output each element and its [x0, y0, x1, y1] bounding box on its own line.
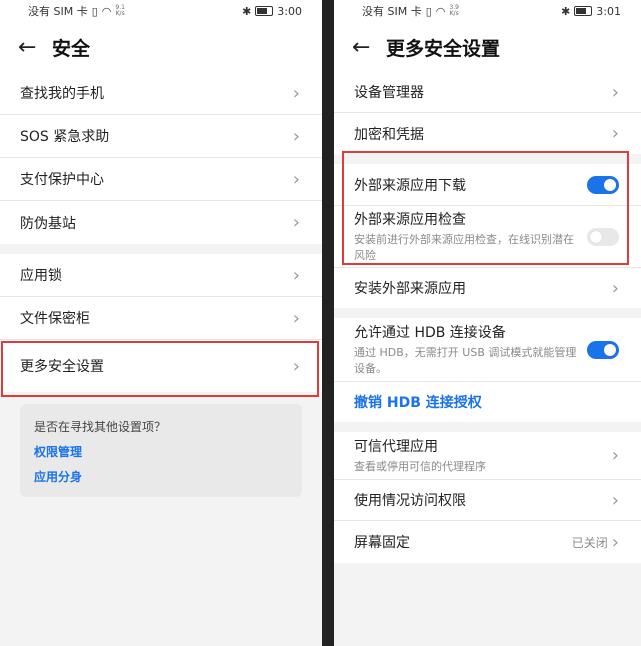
divider	[0, 244, 322, 254]
highlight-box	[1, 341, 319, 397]
menu-item-screen-pinning[interactable]: 屏幕固定 已关闭 ›	[334, 521, 641, 563]
battery-icon	[574, 6, 593, 16]
carrier-text: 没有 SIM 卡	[28, 5, 88, 18]
title-bar: ← 更多安全设置	[334, 22, 641, 72]
revoke-hdb-row: 撤销 HDB 连接授权	[334, 382, 641, 422]
chevron-right-icon: ›	[292, 82, 300, 104]
suggestion-question: 是否在寻找其他设置项？	[34, 420, 167, 434]
battery-icon	[255, 6, 274, 16]
hdb-toggle[interactable]	[587, 340, 619, 359]
left-screen: 没有 SIM 卡 ▯ ◠ 9.1 K/s ✱ 3:00 ← 安全 查找我的手机 › …	[0, 0, 322, 646]
menu-item-file-safe[interactable]: 文件保密柜 ›	[0, 297, 322, 340]
network-speed: 9.1 K/s	[115, 4, 125, 17]
menu-item-payment-protection[interactable]: 支付保护中心 ›	[0, 158, 322, 201]
chevron-right-icon: ›	[611, 531, 619, 553]
chevron-right-icon: ›	[292, 168, 300, 190]
wifi-icon: ◠	[101, 4, 112, 18]
network-speed: 3.9 K/s	[449, 4, 459, 17]
revoke-hdb-link[interactable]: 撤销 HDB 连接授权	[354, 392, 482, 412]
chevron-right-icon: ›	[292, 264, 300, 286]
menu-item-anti-fake-station[interactable]: 防伪基站 ›	[0, 201, 322, 244]
divider	[334, 308, 641, 318]
menu-item-encryption-credentials[interactable]: 加密和凭据 ›	[334, 113, 641, 154]
bluetooth-icon: ✱	[242, 4, 252, 18]
wifi-icon: ◠	[435, 4, 446, 18]
right-screen: 没有 SIM 卡 ▯ ◠ 3.9 K/s ✱ 3:01 ← 更多安全设置 设备管理…	[334, 0, 641, 646]
back-arrow-icon[interactable]: ←	[18, 35, 52, 60]
chevron-right-icon: ›	[611, 81, 619, 103]
link-app-twin[interactable]: 应用分身	[34, 468, 288, 485]
chevron-right-icon: ›	[611, 123, 619, 144]
chevron-right-icon: ›	[292, 307, 300, 329]
link-permission-management[interactable]: 权限管理	[34, 443, 288, 460]
sim-icon: ▯	[91, 4, 98, 18]
chevron-right-icon: ›	[611, 277, 619, 299]
sim-icon: ▯	[425, 4, 432, 18]
security-group-1: 查找我的手机 › SOS 紧急求助 › 支付保护中心 › 防伪基站 ›	[0, 72, 322, 244]
menu-item-usage-access[interactable]: 使用情况访问权限 ›	[334, 480, 641, 521]
device-group: 设备管理器 › 加密和凭据 ›	[334, 72, 641, 154]
clock: 3:01	[596, 4, 621, 18]
menu-item-device-manager[interactable]: 设备管理器 ›	[334, 72, 641, 113]
menu-item-app-lock[interactable]: 应用锁 ›	[0, 254, 322, 297]
back-arrow-icon[interactable]: ←	[352, 35, 386, 60]
hdb-group: 允许通过 HDB 连接设备 通过 HDB，无需打开 USB 调试模式就能管理设备…	[334, 318, 641, 422]
menu-item-trusted-agents[interactable]: 可信代理应用 查看或停用可信的代理程序 ›	[334, 432, 641, 480]
advanced-group: 可信代理应用 查看或停用可信的代理程序 › 使用情况访问权限 › 屏幕固定 已关…	[334, 432, 641, 563]
title-bar: ← 安全	[0, 22, 322, 72]
status-bar: 没有 SIM 卡 ▯ ◠ 9.1 K/s ✱ 3:00	[0, 0, 322, 22]
menu-item-find-phone[interactable]: 查找我的手机 ›	[0, 72, 322, 115]
chevron-right-icon: ›	[292, 212, 300, 233]
menu-item-install-external[interactable]: 安装外部来源应用 ›	[334, 268, 641, 308]
highlight-box	[342, 151, 629, 265]
page-title: 安全	[52, 37, 91, 60]
suggestion-card: 是否在寻找其他设置项？ 权限管理 应用分身	[20, 404, 302, 497]
chevron-right-icon: ›	[611, 445, 619, 466]
page-title: 更多安全设置	[386, 37, 501, 60]
carrier-text: 没有 SIM 卡	[362, 5, 422, 18]
divider	[334, 422, 641, 432]
bluetooth-icon: ✱	[561, 4, 571, 18]
setting-hdb: 允许通过 HDB 连接设备 通过 HDB，无需打开 USB 调试模式就能管理设备…	[334, 318, 641, 382]
screen-pinning-value: 已关闭	[571, 535, 608, 550]
chevron-right-icon: ›	[611, 489, 619, 511]
status-bar: 没有 SIM 卡 ▯ ◠ 3.9 K/s ✱ 3:01	[334, 0, 641, 22]
menu-item-sos[interactable]: SOS 紧急求助 ›	[0, 115, 322, 158]
chevron-right-icon: ›	[292, 125, 300, 147]
clock: 3:00	[277, 4, 302, 18]
